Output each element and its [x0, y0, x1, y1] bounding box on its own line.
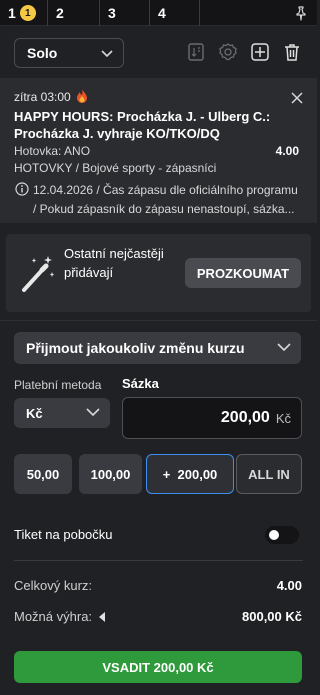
potential-win-label: Možná výhra:	[14, 609, 93, 624]
tab-4[interactable]: 4	[150, 0, 200, 26]
quick-stake-add-200-button[interactable]: + 200,00	[146, 454, 234, 494]
bet-selection: Hotovka: ANO	[14, 144, 91, 158]
ticket-toolbar: Solo	[0, 26, 317, 78]
bet-title: HAPPY HOURS: Procházka J. - Ulberg C.: P…	[14, 109, 271, 141]
potential-win-value: 800,00 Kč	[242, 609, 302, 624]
trash-icon[interactable]	[282, 42, 302, 62]
tab-count-badge: 1	[19, 5, 36, 21]
bet-category: HOTOVKY / Bojové sporty - zápasníci	[14, 161, 217, 175]
payment-method-label: Platební metoda	[14, 378, 102, 392]
event-time-text: zítra 03:00	[14, 90, 71, 104]
odds-change-select[interactable]: Přijmout jakoukoliv změnu kurzu	[14, 332, 301, 364]
odds-change-value: Přijmout jakoukoliv změnu kurzu	[26, 340, 245, 356]
total-odds-label: Celkový kurz:	[14, 578, 93, 593]
branch-ticket-label: Tiket na pobočku	[14, 527, 113, 542]
tab-2[interactable]: 2	[48, 0, 100, 26]
event-time: zítra 03:00	[14, 89, 88, 104]
stake-value: 200,00	[220, 409, 270, 426]
branch-ticket-toggle[interactable]	[265, 526, 299, 544]
place-bet-button[interactable]: VSADIT 200,00 Kč	[14, 651, 302, 683]
fire-icon	[77, 89, 88, 103]
stake-input[interactable]: 200,00 Kč	[122, 397, 302, 439]
payment-method-value: Kč	[26, 405, 43, 421]
pin-icon[interactable]	[293, 5, 309, 21]
toggle-knob	[269, 530, 279, 540]
tab-label: 2	[56, 5, 64, 21]
quick-stake-50-button[interactable]: 50,00	[14, 454, 72, 494]
promo-text: Ostatní nejčastěji přidávají	[64, 246, 164, 280]
tab-3[interactable]: 3	[100, 0, 150, 26]
all-in-button[interactable]: ALL IN	[236, 454, 302, 494]
potential-win-row: Možná výhra: 800,00 Kč	[14, 609, 302, 624]
bet-info-text: 12.04.2026 / Čas zápasu dle oficiálního …	[33, 183, 298, 216]
settings-icon[interactable]	[218, 42, 238, 62]
chevron-down-icon	[101, 50, 113, 58]
popular-picks-promo: Ostatní nejčastěji přidávají PROZKOUMAT	[6, 234, 311, 312]
stake-currency: Kč	[275, 410, 291, 426]
caret-left-icon[interactable]	[98, 611, 106, 623]
payment-method-select[interactable]: Kč	[14, 398, 110, 428]
bet-odds: 4.00	[275, 144, 299, 158]
total-odds-row: Celkový kurz: 4.00	[14, 578, 302, 593]
chevron-down-icon	[86, 408, 100, 417]
close-icon[interactable]	[291, 92, 303, 104]
bet-selection-card: zítra 03:00 HAPPY HOURS: Procházka J. - …	[0, 78, 317, 223]
ticket-tabs: 1 1 2 3 4	[0, 0, 317, 26]
quick-stake-100-button[interactable]: 100,00	[79, 454, 142, 494]
share-icon[interactable]	[250, 42, 270, 62]
summary-divider	[14, 560, 303, 561]
ticket-mode-value: Solo	[27, 45, 58, 61]
tab-1[interactable]: 1 1	[0, 0, 48, 26]
potential-win-label-wrap: Možná výhra:	[14, 609, 106, 624]
ticket-mode-select[interactable]: Solo	[14, 38, 124, 68]
explore-button[interactable]: PROZKOUMAT	[185, 258, 301, 288]
tab-label: 3	[108, 5, 116, 21]
chevron-down-icon	[277, 343, 291, 352]
total-odds-value: 4.00	[276, 578, 302, 593]
odds-sort-icon[interactable]	[186, 42, 206, 62]
magic-wand-icon	[22, 256, 55, 292]
section-divider	[0, 320, 317, 321]
tab-label: 4	[158, 5, 166, 21]
tab-label: 1	[8, 5, 16, 21]
info-icon	[15, 182, 29, 196]
stake-label: Sázka	[122, 376, 159, 391]
